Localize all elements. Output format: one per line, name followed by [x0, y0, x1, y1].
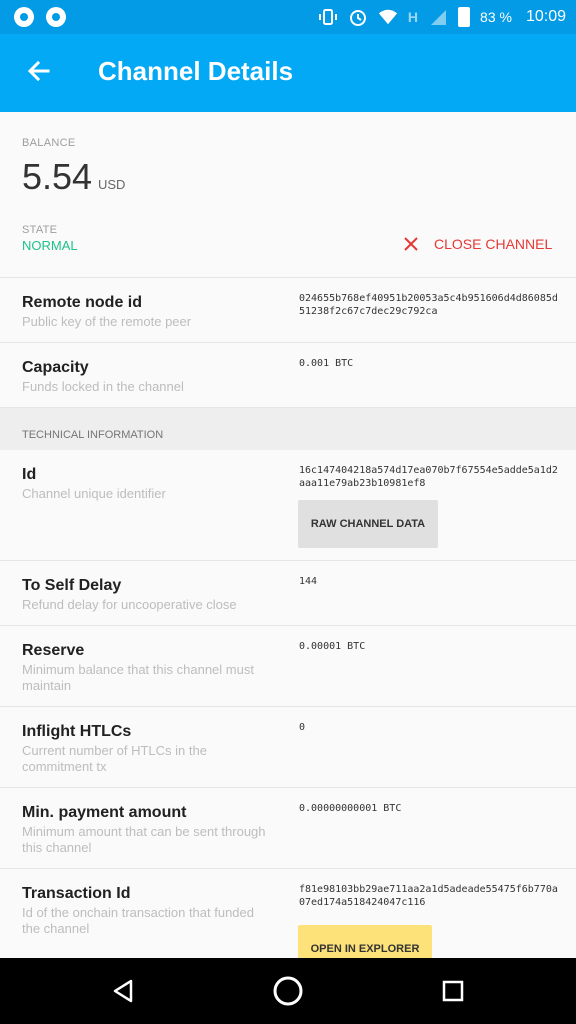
circle-home-icon: [273, 976, 303, 1006]
reserve-value: 0.00001 BTC: [299, 641, 366, 652]
inflight-htlcs-value: 0: [299, 722, 306, 733]
row-reserve: Reserve Minimum balance that this channe…: [0, 626, 576, 707]
page-title: Channel Details: [98, 56, 294, 86]
nav-back-button[interactable]: [106, 974, 140, 1008]
section-title: TECHNICAL INFORMATION: [22, 429, 164, 441]
row-title: Id: [22, 466, 37, 483]
close-channel-button[interactable]: CLOSE CHANNEL: [404, 234, 552, 254]
network-type-label: H: [407, 9, 419, 25]
triangle-back-icon: [113, 979, 133, 1003]
close-x-icon: [404, 237, 418, 251]
min-payment-amount-value: 0.00000000001 BTC: [299, 803, 402, 814]
row-title: Reserve: [22, 642, 85, 659]
back-button[interactable]: [24, 56, 54, 86]
signal-icon: [428, 7, 448, 27]
row-channel-id: Id Channel unique identifier 16c14740421…: [0, 450, 576, 561]
raw-channel-data-button[interactable]: RAW CHANNEL DATA: [298, 500, 438, 548]
app-bar: Channel Details: [0, 34, 576, 112]
open-in-explorer-button[interactable]: OPEN IN EXPLORER: [298, 925, 432, 958]
capacity-value: 0.001 BTC: [299, 358, 354, 369]
row-capacity: Capacity Funds locked in the channel 0.0…: [0, 343, 576, 408]
row-to-self-delay: To Self Delay Refund delay for uncoopera…: [0, 561, 576, 626]
close-channel-label: CLOSE CHANNEL: [434, 236, 553, 252]
row-title: Inflight HTLCs: [22, 723, 132, 740]
row-description: Minimum amount that can be sent through …: [22, 824, 266, 855]
notification-icons: [14, 7, 66, 27]
row-title: Capacity: [22, 359, 89, 376]
row-remote-node-id: Remote node id Public key of the remote …: [0, 278, 576, 343]
row-title: To Self Delay: [22, 577, 122, 594]
channel-details-content[interactable]: BALANCE 5.54 USD STATE NORMAL CLOSE CHAN…: [0, 112, 576, 958]
row-min-payment-amount: Min. payment amount Minimum amount that …: [0, 788, 576, 869]
row-title: Remote node id: [22, 294, 143, 311]
nav-recents-button[interactable]: [436, 974, 470, 1008]
row-description: Refund delay for uncooperative close: [22, 597, 237, 612]
to-self-delay-value: 144: [299, 576, 318, 587]
transaction-id-value[interactable]: f81e98103bb29ae711aa2a1d5adeade55475f6b7…: [299, 883, 561, 909]
status-right: H 83 % 10:09: [318, 0, 566, 34]
row-title: Transaction Id: [22, 885, 131, 902]
app-notification-icon: [14, 7, 34, 27]
vibrate-icon: [318, 7, 338, 27]
row-description: Minimum balance that this channel must m…: [22, 662, 254, 693]
nav-home-button[interactable]: [271, 974, 305, 1008]
technical-information-header: TECHNICAL INFORMATION: [0, 408, 576, 450]
state-value: NORMAL: [22, 238, 78, 253]
balance-amount: 5.54: [22, 156, 93, 197]
balance-block: BALANCE 5.54 USD STATE NORMAL CLOSE CHAN…: [0, 112, 576, 278]
arrow-left-icon: [27, 60, 50, 82]
status-bar: H 83 % 10:09: [0, 0, 576, 34]
battery-icon: [458, 7, 471, 27]
row-description: Funds locked in the channel: [22, 379, 184, 394]
remote-node-id-value[interactable]: 024655b768ef40951b20053a5c4b951606d4d860…: [299, 292, 561, 318]
square-recents-icon: [442, 980, 464, 1002]
row-title: Min. payment amount: [22, 804, 187, 821]
row-description: Id of the onchain transaction that funde…: [22, 905, 255, 936]
soccer-notification-icon: [46, 7, 66, 27]
row-transaction-id: Transaction Id Id of the onchain transac…: [0, 869, 576, 958]
alarm-icon: [348, 7, 368, 27]
clock: 10:09: [525, 8, 566, 25]
row-inflight-htlcs: Inflight HTLCs Current number of HTLCs i…: [0, 707, 576, 788]
row-description: Current number of HTLCs in the commitmen…: [22, 743, 207, 774]
battery-percent: 83 %: [480, 9, 512, 25]
system-navigation-bar: [0, 958, 576, 1024]
balance-label: BALANCE: [22, 137, 76, 149]
balance-unit: USD: [98, 177, 126, 192]
wifi-icon: [378, 7, 398, 27]
row-description: Public key of the remote peer: [22, 314, 192, 329]
channel-id-value[interactable]: 16c147404218a574d17ea070b7f67554e5adde5a…: [299, 464, 561, 490]
row-description: Channel unique identifier: [22, 486, 166, 501]
state-label: STATE: [22, 224, 58, 236]
